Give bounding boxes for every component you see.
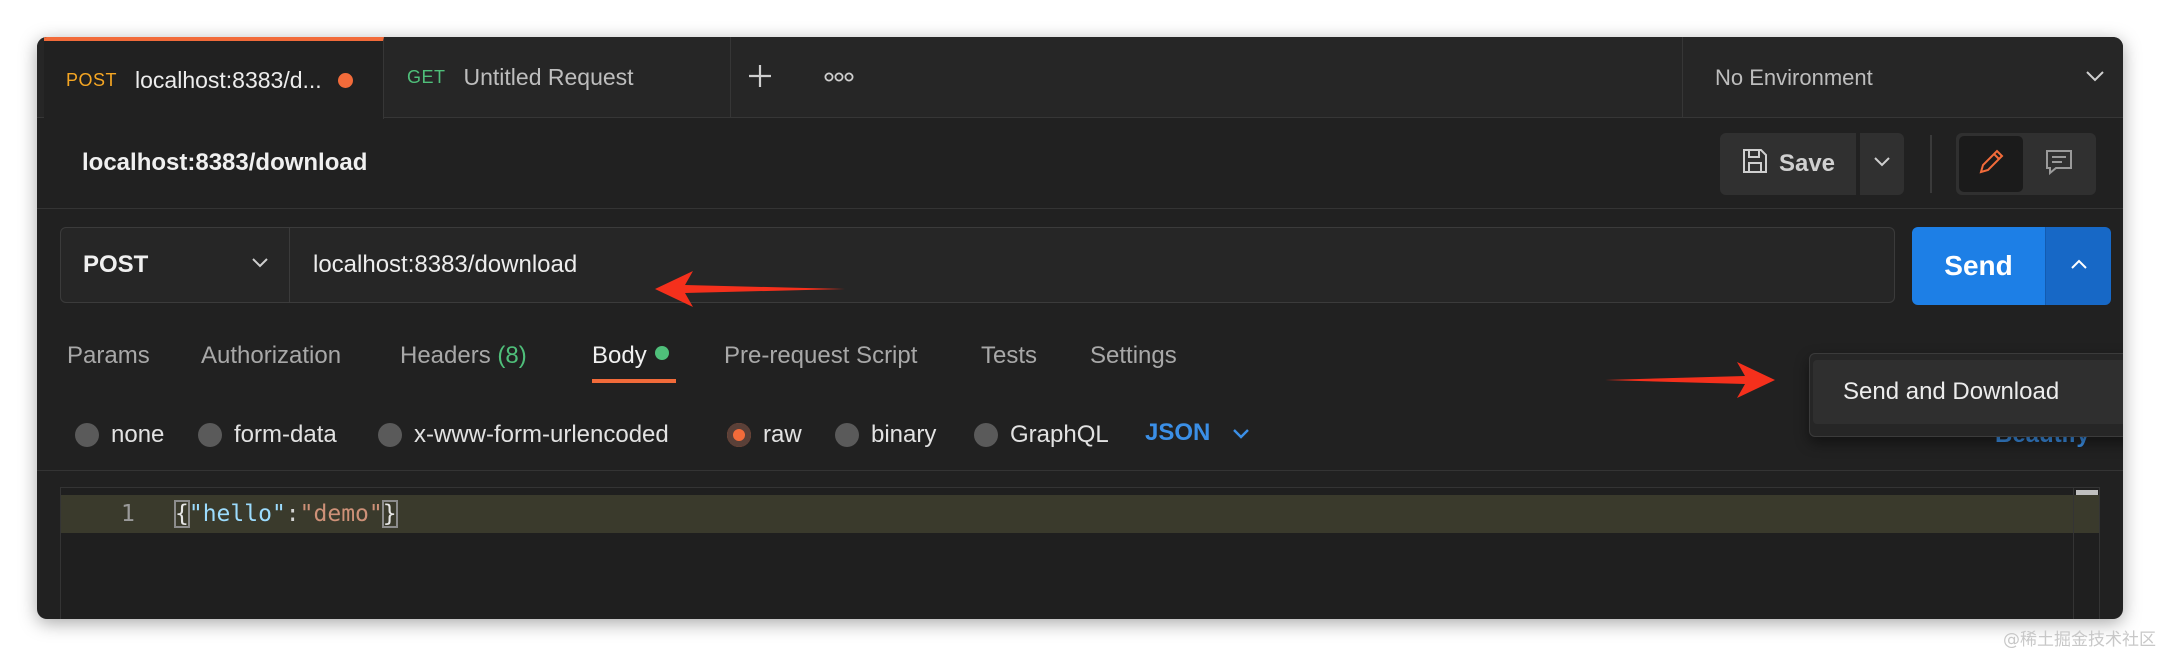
radio-circle-icon — [75, 423, 99, 447]
request-tab-bar: POST localhost:8383/d... GET Untitled Re… — [37, 37, 2123, 119]
radio-selected-icon — [727, 423, 751, 447]
method-select[interactable]: POST — [60, 227, 290, 303]
tab-title: localhost:8383/d... — [135, 66, 322, 93]
radio-label: x-www-form-urlencoded — [414, 421, 669, 448]
divider — [1930, 135, 1932, 193]
code-line[interactable]: {"hello":"demo"} — [174, 500, 398, 528]
language-select[interactable]: JSON — [1145, 419, 1250, 447]
chevron-down-icon — [2085, 69, 2105, 87]
language-value: JSON — [1145, 419, 1211, 446]
code-brace-close: } — [381, 500, 398, 528]
editor-scrollbar[interactable] — [2073, 488, 2099, 619]
tab-headers[interactable]: Headers (8) — [400, 342, 527, 370]
tab-method-label: POST — [66, 69, 118, 90]
unsaved-dot-icon — [337, 72, 353, 88]
radio-circle-icon — [378, 423, 402, 447]
watermark: @稀土掘金技术社区 — [2003, 630, 2156, 650]
send-button[interactable]: Send — [1912, 227, 2045, 305]
code-brace-open: { — [174, 500, 190, 528]
save-options-button[interactable] — [1860, 133, 1904, 195]
tab-post-download[interactable]: POST localhost:8383/d... — [44, 37, 384, 119]
tab-settings[interactable]: Settings — [1090, 342, 1177, 370]
comments-mode-button[interactable] — [2027, 136, 2091, 192]
url-bar: POST localhost:8383/download Send — [37, 210, 2123, 305]
tab-title: Untitled Request — [463, 64, 634, 90]
url-input[interactable]: localhost:8383/download — [290, 227, 1895, 303]
chevron-down-icon — [1232, 419, 1250, 447]
radio-label: raw — [763, 421, 802, 448]
radio-binary[interactable]: binary — [835, 421, 936, 449]
radio-graphql[interactable]: GraphQL — [974, 421, 1109, 449]
new-tab-plus-icon[interactable] — [737, 53, 783, 99]
environment-label: No Environment — [1715, 64, 1873, 90]
chevron-down-icon — [251, 256, 269, 274]
save-group: Save — [1720, 133, 1904, 195]
radio-raw[interactable]: raw — [727, 421, 802, 449]
radio-label: binary — [871, 421, 937, 448]
code-key: "hello" — [188, 501, 286, 527]
radio-none[interactable]: none — [75, 421, 164, 449]
method-value: POST — [83, 251, 149, 278]
tab-prerequest-script[interactable]: Pre-request Script — [724, 342, 917, 370]
save-button[interactable]: Save — [1720, 133, 1856, 195]
menu-item-send-and-download[interactable]: Send and Download — [1813, 360, 2123, 424]
radio-label: form-data — [234, 421, 337, 448]
comment-icon — [2044, 147, 2074, 182]
annotation-arrow-right-icon — [1605, 362, 1775, 398]
request-header: localhost:8383/download Save — [37, 119, 2123, 209]
send-options-button[interactable] — [2045, 227, 2111, 305]
headers-count-badge: (8) — [497, 342, 527, 369]
active-tab-underline — [592, 379, 676, 383]
request-section-tabs: Params Authorization Headers (8) Body Pr… — [37, 327, 1637, 387]
tab-method-label: GET — [407, 67, 446, 87]
tab-body-label: Body — [592, 342, 647, 369]
chevron-down-icon — [1873, 155, 1891, 173]
code-colon: : — [285, 501, 300, 527]
radio-label: GraphQL — [1010, 421, 1109, 448]
code-value: "demo" — [299, 501, 383, 527]
body-editor[interactable]: 1 {"hello":"demo"} — [60, 487, 2100, 619]
view-mode-toggle — [1956, 133, 2096, 195]
annotation-arrow-left-icon — [655, 271, 845, 307]
body-indicator-icon — [654, 346, 669, 360]
pencil-icon — [1976, 147, 2006, 182]
line-number: 1 — [121, 501, 135, 527]
chevron-up-icon — [2070, 257, 2088, 275]
tab-untitled-request[interactable]: GET Untitled Request — [385, 37, 731, 118]
tab-authorization[interactable]: Authorization — [201, 342, 341, 370]
save-icon — [1741, 147, 1769, 182]
request-title[interactable]: localhost:8383/download — [82, 149, 367, 177]
edit-mode-button[interactable] — [1959, 136, 2023, 192]
radio-circle-icon — [835, 423, 859, 447]
tab-body[interactable]: Body — [592, 342, 669, 370]
tab-params[interactable]: Params — [67, 342, 150, 370]
more-tabs-icon[interactable] — [819, 59, 859, 95]
tab-tests[interactable]: Tests — [981, 342, 1037, 370]
radio-circle-icon — [198, 423, 222, 447]
save-label: Save — [1778, 150, 1836, 177]
radio-circle-icon — [974, 423, 998, 447]
postman-window: POST localhost:8383/d... GET Untitled Re… — [37, 37, 2123, 619]
tab-headers-label: Headers — [400, 342, 491, 369]
radio-label: none — [111, 421, 165, 448]
scrollbar-thumb[interactable] — [2076, 490, 2098, 495]
send-group: Send — [1912, 227, 2111, 305]
environment-selector[interactable]: No Environment — [1682, 37, 2123, 118]
radio-form-data[interactable]: form-data — [198, 421, 337, 449]
send-options-menu: Send and Download — [1809, 353, 2123, 437]
radio-x-www-form-urlencoded[interactable]: x-www-form-urlencoded — [378, 421, 669, 449]
